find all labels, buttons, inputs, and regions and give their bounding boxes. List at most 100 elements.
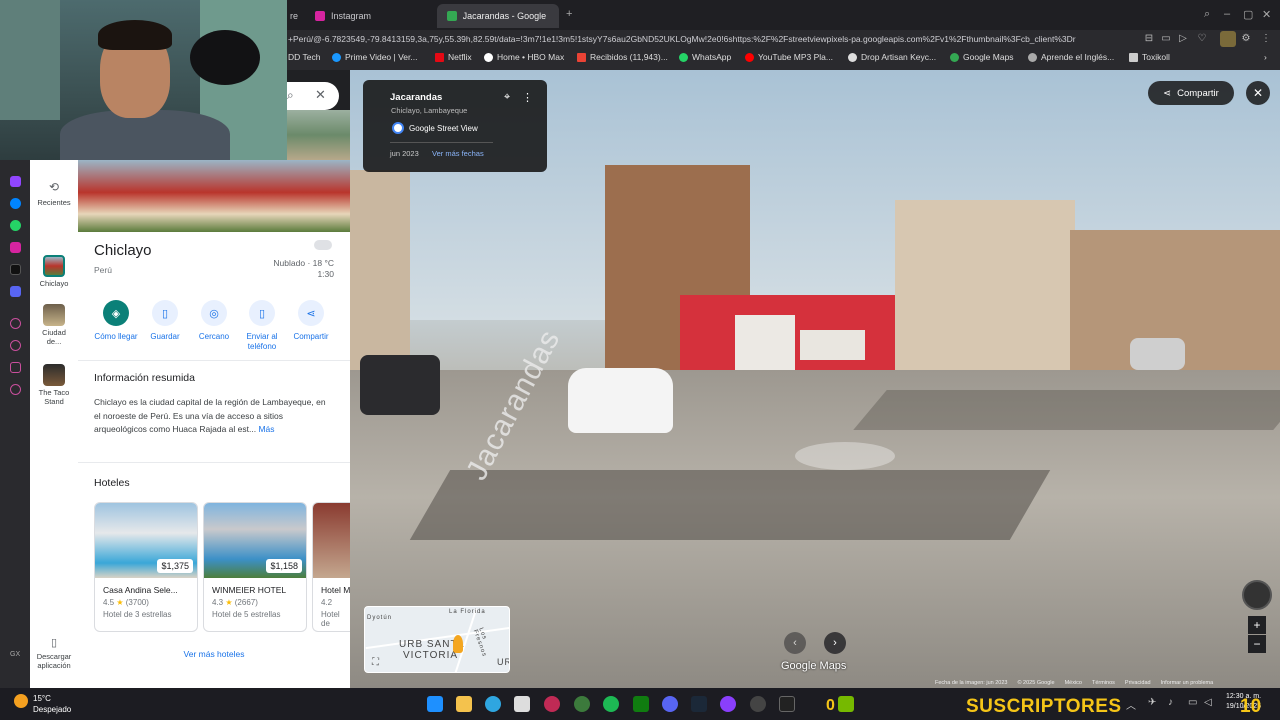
more-hotels-link[interactable]: Ver más hoteles bbox=[78, 649, 350, 659]
hotel-card[interactable]: Hotel M 4.2 Hotel de bbox=[312, 502, 350, 632]
tray-chevron-icon[interactable]: ︿ bbox=[1126, 697, 1136, 712]
clock-icon[interactable] bbox=[10, 340, 21, 351]
extensions-icon[interactable]: ⚙ bbox=[1240, 33, 1252, 45]
history-icon: ⟲ bbox=[48, 180, 60, 194]
url-field[interactable]: +Perú/@-6.7823549,-79.8413159,3a,75y,55.… bbox=[288, 30, 1138, 48]
tab-instagram[interactable]: Instagram bbox=[305, 4, 435, 28]
heart-icon[interactable]: ♡ bbox=[1196, 33, 1208, 45]
opera-gx-icon[interactable] bbox=[544, 696, 560, 712]
nav-item-ciudad[interactable]: Ciudad de... bbox=[30, 304, 78, 346]
start-icon[interactable] bbox=[427, 696, 443, 712]
search-tabs-icon[interactable]: ⌕ bbox=[1204, 8, 1210, 21]
more-options-icon[interactable]: ⋮ bbox=[522, 91, 533, 104]
nearby-button[interactable]: ◎ Cercano bbox=[188, 300, 240, 341]
instagram-icon[interactable] bbox=[10, 242, 21, 253]
search-box[interactable]: ⌕ ✕ bbox=[287, 82, 339, 110]
nav-item-chiclayo[interactable]: Chiclayo bbox=[30, 255, 78, 288]
new-tab-icon[interactable]: + bbox=[566, 8, 572, 20]
bookmark-item[interactable]: Aprende el Inglés... bbox=[1028, 52, 1114, 62]
hotel-card[interactable]: $1,375 Casa Andina Sele... 4.5 ★ (3700) … bbox=[94, 502, 198, 632]
bookmark-item[interactable]: Home • HBO Max bbox=[484, 52, 564, 62]
play-icon[interactable]: ▷ bbox=[1177, 33, 1189, 45]
whatsapp-icon[interactable] bbox=[10, 220, 21, 231]
settings-icon[interactable] bbox=[10, 384, 21, 395]
footer-privacy[interactable]: Privacidad bbox=[1125, 680, 1151, 688]
bookmark-item[interactable]: WhatsApp bbox=[679, 52, 731, 62]
bookmark-item[interactable]: YouTube MP3 Pla... bbox=[745, 52, 833, 62]
location-pin-icon[interactable]: ⌖ bbox=[504, 91, 510, 104]
directions-button[interactable]: ◈ Cómo llegar bbox=[90, 300, 142, 341]
tray-app-icon[interactable]: ✈ bbox=[1148, 697, 1156, 708]
close-search-icon[interactable]: ✕ bbox=[315, 87, 326, 103]
nvidia-icon[interactable] bbox=[838, 696, 854, 712]
file-explorer-icon[interactable] bbox=[456, 696, 472, 712]
app-icon[interactable] bbox=[720, 696, 736, 712]
nav-item-taco-stand[interactable]: The Taco Stand bbox=[30, 364, 78, 406]
play-circle-icon[interactable] bbox=[10, 318, 21, 329]
bookmarks-overflow-icon[interactable]: › bbox=[1264, 52, 1267, 62]
minimap[interactable]: La Florida URB SANTA VICTORIA Los Fresno… bbox=[364, 606, 510, 673]
hotel-card[interactable]: $1,158 WINMEIER HOTEL 4.3 ★ (2667) Hotel… bbox=[203, 502, 307, 632]
box-icon[interactable] bbox=[10, 362, 21, 373]
store-icon[interactable] bbox=[514, 696, 530, 712]
epic-games-icon[interactable] bbox=[779, 696, 795, 712]
close-streetview-button[interactable]: ✕ bbox=[1246, 81, 1270, 105]
footer-terms[interactable]: Términos bbox=[1092, 680, 1115, 688]
menu-icon[interactable]: ⋮ bbox=[1260, 33, 1272, 45]
hotels-title: Hoteles bbox=[94, 477, 130, 489]
summary-more-link[interactable]: Más bbox=[258, 424, 274, 434]
tiktok-icon[interactable] bbox=[10, 264, 21, 275]
edge-icon[interactable] bbox=[485, 696, 501, 712]
extension-icon[interactable] bbox=[1220, 31, 1236, 47]
place-hero-photo[interactable] bbox=[78, 160, 350, 232]
taskbar-weather[interactable]: 15°C Despejado bbox=[33, 693, 71, 715]
expand-map-icon[interactable]: ⛶ bbox=[372, 657, 379, 668]
search-icon[interactable]: ⌕ bbox=[287, 88, 294, 103]
discord-icon[interactable] bbox=[662, 696, 678, 712]
save-button[interactable]: ▯ Guardar bbox=[139, 300, 191, 341]
recent-button[interactable]: ⟲ Recientes bbox=[30, 180, 78, 207]
phone-icon: ▯ bbox=[50, 637, 58, 649]
send-to-phone-button[interactable]: ▯ Enviar al teléfono bbox=[236, 300, 288, 352]
minimize-icon[interactable]: – bbox=[1224, 8, 1230, 20]
bookmark-icon[interactable]: ⊟ bbox=[1143, 33, 1155, 45]
bookmark-item[interactable]: Recibidos (11,943)... bbox=[577, 52, 668, 62]
next-arrow-icon[interactable]: › bbox=[824, 632, 846, 654]
see-more-dates-link[interactable]: Ver más fechas bbox=[432, 149, 484, 158]
mic-icon[interactable]: ♪ bbox=[1168, 697, 1173, 708]
hotel-rating: 4.3 ★ (2667) bbox=[204, 595, 306, 607]
xbox-app-icon[interactable] bbox=[633, 696, 649, 712]
download-app-button[interactable]: ▯ Descargar aplicación bbox=[30, 636, 78, 670]
zoom-in-button[interactable]: + bbox=[1248, 616, 1266, 634]
tab-google-maps[interactable]: Jacarandas - Google Maps bbox=[437, 4, 559, 28]
zoom-out-button[interactable]: − bbox=[1248, 635, 1266, 653]
spotify-icon[interactable] bbox=[603, 696, 619, 712]
bookmark-item[interactable]: Toxikoll bbox=[1129, 52, 1170, 62]
twitch-icon[interactable] bbox=[10, 176, 21, 187]
bookmark-item[interactable]: Drop Artisan Keyc... bbox=[848, 52, 936, 62]
close-window-icon[interactable]: ✕ bbox=[1262, 8, 1271, 21]
bookmark-item[interactable]: Netflix bbox=[435, 52, 472, 62]
pegman-icon[interactable] bbox=[453, 635, 463, 653]
messenger-icon[interactable] bbox=[10, 198, 21, 209]
maximize-icon[interactable]: ▢ bbox=[1243, 8, 1253, 21]
bookmark-item[interactable]: Prime Video | Ver... bbox=[332, 52, 417, 62]
compass-icon[interactable] bbox=[1242, 580, 1272, 610]
discord-icon[interactable] bbox=[10, 286, 21, 297]
nearby-icon: ◎ bbox=[201, 300, 227, 326]
volume-icon[interactable]: ◁ bbox=[1204, 697, 1212, 708]
previous-arrow-icon[interactable]: ‹ bbox=[784, 632, 806, 654]
settings-icon[interactable] bbox=[750, 696, 766, 712]
xbox-icon[interactable] bbox=[574, 696, 590, 712]
pip-icon[interactable]: ▭ bbox=[1160, 33, 1172, 45]
footer-report[interactable]: Informar un problema bbox=[1161, 680, 1214, 688]
steam-icon[interactable] bbox=[691, 696, 707, 712]
bookmark-item[interactable]: Google Maps bbox=[950, 52, 1014, 62]
weather-sun-icon[interactable] bbox=[14, 694, 28, 708]
move-cursor-indicator[interactable] bbox=[795, 442, 895, 470]
bookmark-item[interactable]: DD Tech bbox=[288, 52, 320, 62]
network-icon[interactable]: ▭ bbox=[1188, 697, 1197, 708]
share-place-button[interactable]: ⋖ Compartir bbox=[285, 300, 337, 341]
share-streetview-button[interactable]: ⋖ Compartir bbox=[1148, 81, 1234, 105]
footer-region[interactable]: México bbox=[1065, 680, 1082, 688]
